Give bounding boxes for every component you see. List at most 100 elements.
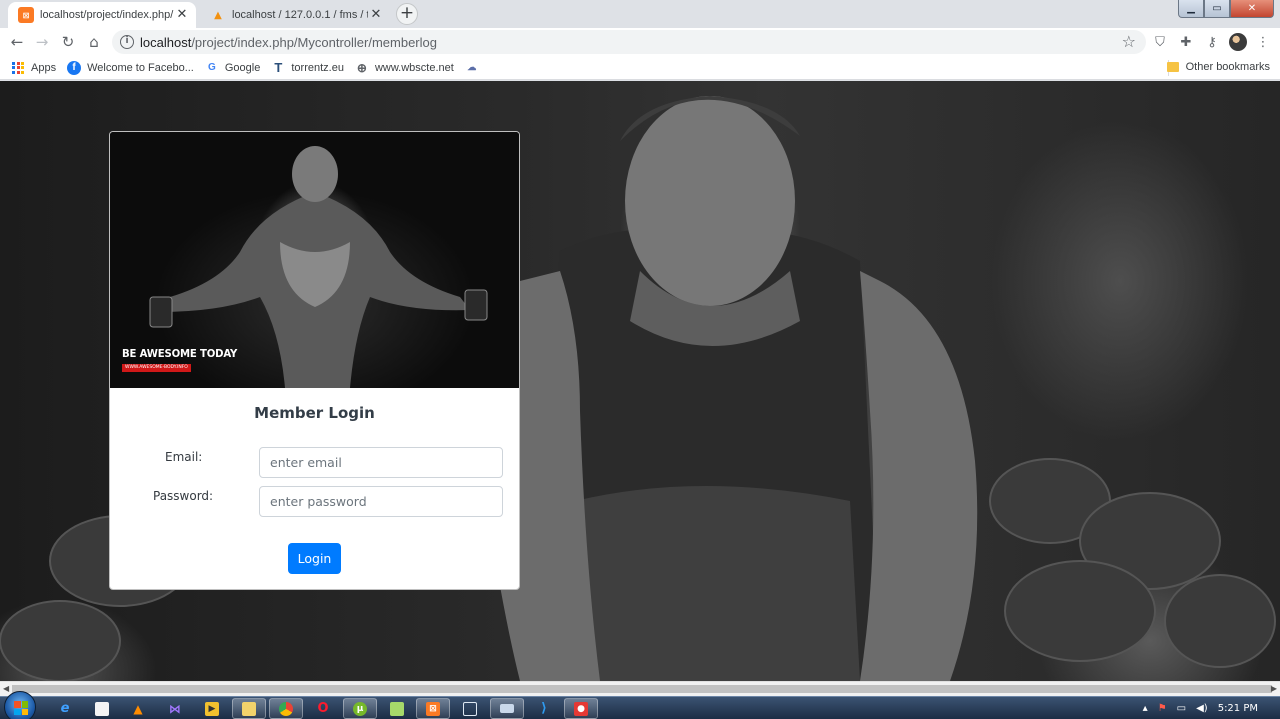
xampp-icon: ⊠ — [18, 7, 34, 23]
bookmark-label: Apps — [31, 61, 57, 74]
other-bookmarks-label: Other bookmarks — [1185, 61, 1270, 73]
email-field[interactable] — [259, 447, 503, 478]
close-window-button[interactable]: ✕ — [1230, 0, 1274, 18]
window-controls: ▁ ▭ ✕ — [1178, 0, 1274, 18]
internet-explorer-icon: e — [60, 701, 70, 716]
promo-title: BE AWESOME TODAY — [122, 347, 238, 360]
taskbar-vscode[interactable]: ⟩ — [527, 698, 561, 719]
tab-phpmyadmin[interactable]: ▲ localhost / 127.0.0.1 / fms / train ✕ — [200, 2, 390, 28]
taskbar-opera[interactable]: O — [306, 698, 340, 719]
browser-toolbar: ← → ↻ ⌂ i localhost/project/index.php/My… — [0, 28, 1280, 56]
email-label: Email: — [165, 450, 203, 464]
bodybuilder-promo-image: BE AWESOME TODAY WWW.AWESOME-BODY.INFO — [110, 132, 519, 388]
action-center-flag-icon[interactable]: ⚑ — [1158, 703, 1167, 714]
minimize-button[interactable]: ▁ — [1178, 0, 1204, 18]
address-host: localhost — [140, 34, 192, 50]
taskbar-notepadpp[interactable] — [380, 698, 414, 719]
back-arrow-icon[interactable]: ← — [6, 31, 28, 53]
bookmark-label: Welcome to Facebo... — [87, 61, 194, 74]
address-url[interactable]: localhost/project/index.php/Mycontroller… — [140, 35, 437, 50]
torrentz-icon: T — [274, 60, 283, 75]
taskbar-vlc[interactable]: ▲ — [121, 698, 155, 719]
promo-url: WWW.AWESOME-BODY.INFO — [122, 364, 191, 372]
visual-studio-icon: ⋈ — [169, 701, 181, 716]
windows-taskbar: e ▲ ⋈ ▶ O μ ⊠ ⟩ ● ▴ ⚑ ▭ ◀) 5:21 PM — [0, 691, 1280, 719]
tab-strip: ⊠ localhost/project/index.php/Myc ✕ ▲ lo… — [0, 0, 1280, 28]
tray-expand-icon[interactable]: ▴ — [1143, 703, 1148, 714]
taskbar-notepad[interactable] — [85, 698, 119, 719]
login-button[interactable]: Login — [288, 543, 341, 574]
taskbar-recorder[interactable]: ● — [564, 698, 598, 719]
taskbar-visual-studio[interactable]: ⋈ — [158, 698, 192, 719]
taskbar-chrome[interactable] — [269, 698, 303, 719]
media-player-icon: ▶ — [205, 701, 219, 716]
utorrent-icon: μ — [353, 701, 367, 716]
bookmark-torrentz[interactable]: T torrentz.eu — [271, 60, 344, 75]
volume-icon[interactable]: ◀) — [1196, 703, 1208, 714]
xampp-icon: ⊠ — [426, 701, 440, 716]
reload-icon[interactable]: ↻ — [57, 31, 79, 53]
password-label: Password: — [153, 489, 214, 503]
bookmark-star-icon[interactable]: ☆ — [1122, 32, 1136, 51]
page-viewport: BE AWESOME TODAY WWW.AWESOME-BODY.INFO M… — [0, 81, 1280, 681]
taskbar-xampp[interactable]: ⊠ — [416, 698, 450, 719]
bookmarks-bar: Apps f Welcome to Facebo... G Google T t… — [0, 56, 1280, 80]
shield-extension-icon[interactable]: ⛉ — [1151, 33, 1169, 51]
taskbar-display[interactable] — [453, 698, 487, 719]
new-tab-button[interactable]: + — [396, 3, 418, 25]
chrome-icon — [279, 701, 293, 716]
bookmark-google[interactable]: G Google — [205, 61, 260, 75]
opera-icon: O — [317, 701, 329, 716]
bookmark-facebook[interactable]: f Welcome to Facebo... — [67, 60, 194, 75]
facebook-icon: f — [67, 60, 82, 75]
member-login-card: BE AWESOME TODAY WWW.AWESOME-BODY.INFO M… — [109, 131, 520, 590]
password-field[interactable] — [259, 486, 503, 517]
tab-title: localhost / 127.0.0.1 / fms / train — [232, 9, 368, 21]
start-button[interactable] — [4, 691, 36, 719]
folder-icon — [1166, 62, 1179, 72]
notepad-plus-icon — [390, 701, 404, 716]
menu-dots-icon[interactable]: ⋮ — [1254, 33, 1272, 51]
vlc-cone-icon: ▲ — [133, 701, 143, 716]
site-info-icon[interactable]: i — [120, 35, 134, 49]
network-icon[interactable]: ▭ — [1177, 703, 1186, 714]
key-icon[interactable]: ⚷ — [1203, 33, 1221, 51]
address-path: /project/index.php/Mycontroller/memberlo… — [191, 34, 437, 50]
close-tab-icon[interactable]: ✕ — [174, 7, 190, 23]
taskbar-utorrent[interactable]: μ — [343, 698, 377, 719]
clock-time[interactable]: 5:21 PM — [1218, 703, 1258, 714]
address-bar[interactable]: i localhost/project/index.php/Mycontroll… — [112, 30, 1146, 54]
bookmark-cloud[interactable]: ☁ — [465, 61, 485, 75]
horizontal-scrollbar[interactable]: ◀ ▶ — [0, 681, 1280, 696]
windows-logo-icon — [14, 701, 28, 715]
bookmark-wbscte[interactable]: ⊕ www.wbscte.net — [355, 61, 454, 75]
maximize-button[interactable]: ▭ — [1204, 0, 1230, 18]
bookmark-apps[interactable]: Apps — [11, 61, 56, 75]
puzzle-extensions-icon[interactable]: ✚ — [1177, 33, 1195, 51]
monitor-icon — [463, 701, 477, 716]
tab-title: localhost/project/index.php/Myc — [40, 9, 174, 21]
scroll-left-icon[interactable]: ◀ — [3, 684, 9, 693]
folder-icon — [242, 701, 256, 716]
recorder-icon: ● — [574, 701, 588, 716]
vscode-icon: ⟩ — [541, 701, 547, 716]
taskbar-media-player[interactable]: ▶ — [195, 698, 229, 719]
phpmyadmin-icon: ▲ — [214, 9, 222, 21]
home-icon[interactable]: ⌂ — [83, 31, 105, 53]
cloud-icon: ☁ — [467, 62, 477, 72]
taskbar-file-explorer[interactable] — [232, 698, 266, 719]
google-icon: G — [207, 62, 216, 73]
window-icon — [500, 704, 514, 713]
forward-arrow-icon[interactable]: → — [31, 31, 53, 53]
tab-xampp[interactable]: ⊠ localhost/project/index.php/Myc ✕ — [8, 2, 196, 28]
taskbar-window[interactable] — [490, 698, 524, 719]
scrollbar-thumb[interactable] — [12, 685, 1272, 693]
bookmark-label: www.wbscte.net — [374, 61, 454, 74]
scroll-right-icon[interactable]: ▶ — [1271, 684, 1277, 693]
apps-grid-icon — [11, 61, 25, 75]
document-icon — [95, 701, 109, 716]
close-tab-icon[interactable]: ✕ — [368, 7, 384, 23]
other-bookmarks[interactable]: Other bookmarks — [1166, 61, 1270, 73]
profile-avatar[interactable] — [1229, 33, 1247, 51]
taskbar-internet-explorer[interactable]: e — [48, 698, 82, 719]
